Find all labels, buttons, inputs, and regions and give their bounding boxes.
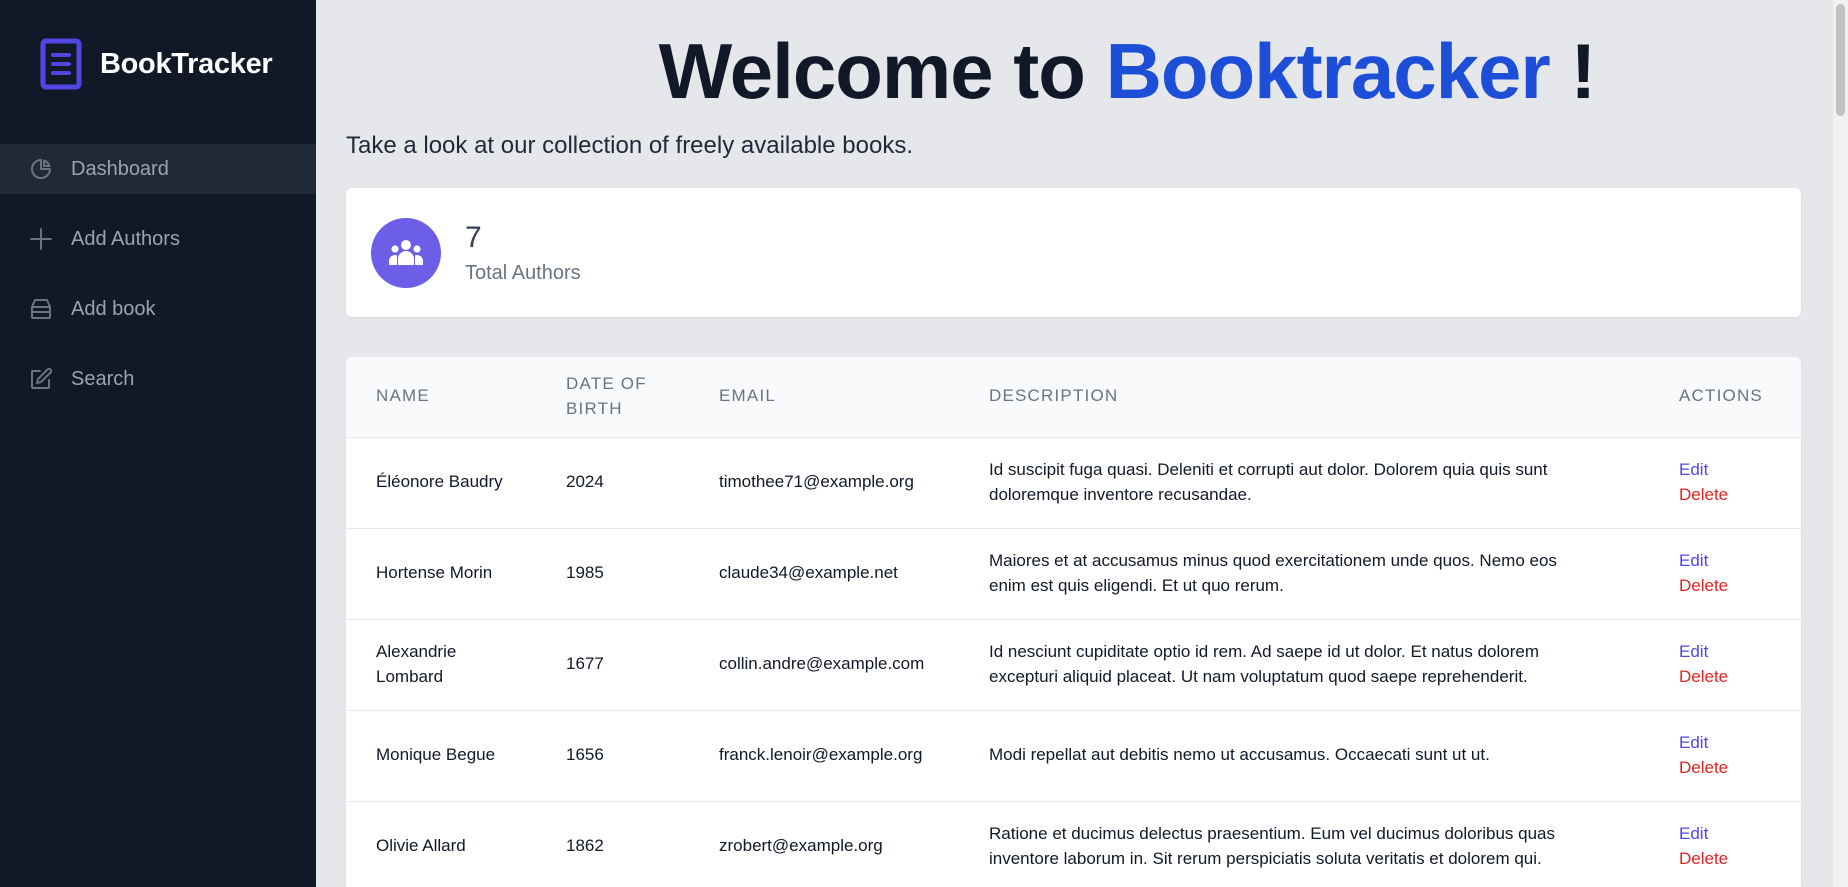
delete-link[interactable]: Delete (1679, 574, 1801, 599)
sidebar-item-add-book[interactable]: Add book (0, 284, 316, 334)
app-root: BookTracker Dashboard Add Authors Add bo… (0, 0, 1848, 887)
table-row: Olivie Allard 1862 zrobert@example.org R… (346, 801, 1801, 887)
edit-link[interactable]: Edit (1679, 731, 1801, 756)
plus-icon (30, 228, 52, 250)
delete-link[interactable]: Delete (1679, 847, 1801, 872)
title-accent: Booktracker (1105, 27, 1551, 115)
edit-link[interactable]: Edit (1679, 458, 1801, 483)
pie-chart-icon (31, 159, 51, 179)
cell-email: collin.andre@example.com (719, 654, 925, 674)
cell-name: Olivie Allard (376, 836, 466, 856)
table-row: Hortense Morin 1985 claude34@example.net… (346, 528, 1801, 619)
cell-actions: Edit Delete (1649, 528, 1801, 619)
cell-dob: 1656 (566, 745, 604, 765)
cell-actions: Edit Delete (1649, 619, 1801, 710)
sidebar-item-label: Search (71, 367, 135, 390)
page-subtitle: Take a look at our collection of freely … (346, 132, 913, 159)
cell-name: Monique Begue (376, 745, 496, 765)
edit-link[interactable]: Edit (1679, 640, 1801, 665)
edit-link[interactable]: Edit (1679, 549, 1801, 574)
title-suffix: ! (1549, 27, 1596, 115)
cell-description: Id nesciunt cupiditate optio id rem. Ad … (989, 641, 1540, 686)
table-body: Éléonore Baudry 2024 timothee71@example.… (346, 437, 1801, 887)
total-authors-label: Total Authors (465, 261, 581, 284)
sidebar-nav: Dashboard Add Authors Add book Search (0, 144, 316, 404)
column-header-actions: Actions (1679, 386, 1763, 406)
brand-name: BookTracker (100, 47, 273, 80)
edit-link[interactable]: Edit (1679, 822, 1801, 847)
cell-name: Hortense Morin (376, 563, 493, 583)
sidebar: BookTracker Dashboard Add Authors Add bo… (0, 0, 316, 887)
cell-description: Id suscipit fuga quasi. Deleniti et corr… (989, 459, 1548, 504)
edit-icon (31, 367, 53, 389)
scrollbar-thumb[interactable] (1836, 4, 1845, 116)
cell-actions: Edit Delete (1649, 710, 1801, 801)
cell-email: franck.lenoir@example.org (719, 745, 923, 765)
delete-link[interactable]: Delete (1679, 756, 1801, 781)
cell-name: Éléonore Baudry (376, 472, 503, 492)
delete-link[interactable]: Delete (1679, 483, 1801, 508)
cell-description: Maiores et at accusamus minus quod exerc… (989, 550, 1557, 595)
cell-description: Modi repellat aut debitis nemo ut accusa… (989, 745, 1490, 765)
cell-email: zrobert@example.org (719, 836, 883, 856)
total-authors-card: 7 Total Authors (346, 188, 1801, 317)
sidebar-item-label: Add book (71, 297, 156, 320)
cell-actions: Edit Delete (1649, 437, 1801, 528)
table-row: Monique Begue 1656 franck.lenoir@example… (346, 710, 1801, 801)
main-content: Welcome to Booktracker ! Take a look at … (316, 0, 1848, 887)
box-icon (31, 299, 51, 319)
cell-email: claude34@example.net (719, 563, 898, 583)
cell-dob: 1677 (566, 654, 604, 674)
authors-table-card: Name Date of birth Email Description Act… (346, 357, 1801, 887)
cell-dob: 1985 (566, 563, 604, 583)
cell-actions: Edit Delete (1649, 801, 1801, 887)
cell-dob: 2024 (566, 472, 604, 492)
cell-email: timothee71@example.org (719, 472, 914, 492)
column-header-name: Name (376, 386, 430, 406)
page-scrollbar[interactable] (1832, 0, 1848, 887)
delete-link[interactable]: Delete (1679, 665, 1801, 690)
cell-dob: 1862 (566, 836, 604, 856)
column-header-email: Email (719, 386, 777, 406)
users-icon (371, 217, 441, 288)
cell-description: Ratione et ducimus delectus praesentium.… (989, 824, 1556, 868)
page-title: Welcome to Booktracker ! (346, 32, 1818, 110)
sidebar-item-label: Add Authors (71, 227, 180, 250)
table-row: Éléonore Baudry 2024 timothee71@example.… (346, 437, 1801, 528)
brand[interactable]: BookTracker (0, 0, 316, 128)
total-authors-count: 7 (465, 220, 482, 254)
title-prefix: Welcome to (658, 27, 1106, 115)
table-header: Name Date of birth Email Description Act… (346, 357, 1801, 437)
sidebar-item-search[interactable]: Search (0, 354, 316, 404)
stat-text: 7 Total Authors (465, 221, 581, 285)
table-row: Alexandrie Lombard 1677 collin.andre@exa… (346, 619, 1801, 710)
authors-table: Name Date of birth Email Description Act… (346, 357, 1801, 887)
sidebar-item-add-authors[interactable]: Add Authors (0, 214, 316, 264)
column-header-description: Description (989, 386, 1119, 406)
cell-name: Alexandrie Lombard (376, 641, 457, 686)
document-logo-icon (40, 38, 82, 90)
sidebar-item-label: Dashboard (71, 157, 169, 180)
sidebar-item-dashboard[interactable]: Dashboard (0, 144, 316, 194)
column-header-dob: Date of birth (566, 374, 647, 418)
